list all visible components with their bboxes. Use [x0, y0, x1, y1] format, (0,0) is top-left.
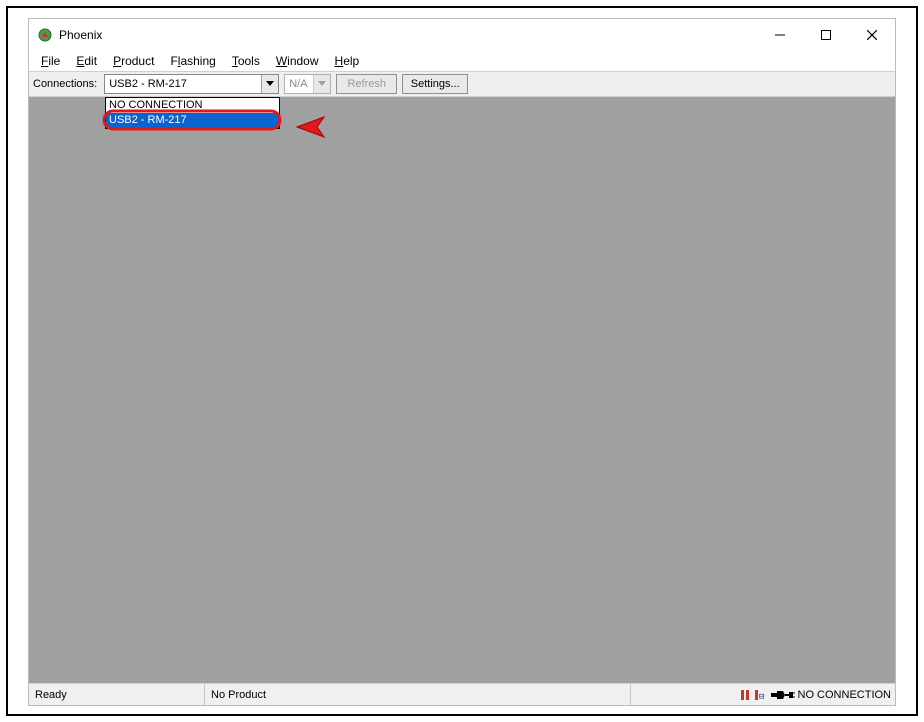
phoenix-icon [37, 27, 53, 43]
menu-flashing[interactable]: Flashing [162, 52, 223, 70]
menu-window[interactable]: Window [268, 52, 327, 70]
dropdown-option[interactable]: USB2 - RM-217 [106, 113, 279, 128]
status-icons: ⊟ NO CONNECTION [739, 689, 896, 701]
menu-tools[interactable]: Tools [224, 52, 268, 70]
status-pause-icon [739, 689, 751, 701]
connections-dropdown[interactable]: USB2 - RM-217 [104, 74, 279, 94]
secondary-value: N/A [289, 78, 307, 90]
menu-product[interactable]: Product [105, 52, 162, 70]
dropdown-option[interactable]: NO CONNECTION [106, 98, 279, 113]
minimize-button[interactable] [757, 19, 803, 51]
menu-file[interactable]: File [33, 52, 68, 70]
status-state: Ready [29, 684, 205, 705]
toolbar: Connections: USB2 - RM-217 N/A Refresh S… [29, 71, 895, 97]
chevron-down-icon [261, 75, 278, 93]
menubar: File Edit Product Flashing Tools Window … [29, 51, 895, 71]
svg-text:⊟: ⊟ [759, 692, 764, 701]
window-title: Phoenix [59, 28, 102, 42]
titlebar: Phoenix [29, 19, 895, 51]
settings-button[interactable]: Settings... [402, 74, 468, 94]
statusbar: Ready No Product ⊟ NO CONNECTION [29, 683, 895, 705]
annotation-arrow-icon [291, 114, 421, 140]
close-button[interactable] [849, 19, 895, 51]
status-signal-icon: ⊟ [754, 689, 768, 701]
status-connection-text: NO CONNECTION [798, 689, 892, 701]
window-controls [757, 19, 895, 51]
status-product: No Product [205, 684, 631, 705]
secondary-dropdown[interactable]: N/A [284, 74, 331, 94]
connections-selected-value: USB2 - RM-217 [109, 78, 187, 90]
app-window: Phoenix File Edit Product Flashing Tools… [28, 18, 896, 706]
maximize-button[interactable] [803, 19, 849, 51]
menu-edit[interactable]: Edit [68, 52, 105, 70]
connections-label: Connections: [33, 78, 97, 90]
refresh-button: Refresh [336, 74, 397, 94]
workspace: NO CONNECTION USB2 - RM-217 [29, 97, 895, 683]
connections-dropdown-popup: NO CONNECTION USB2 - RM-217 [105, 97, 280, 129]
menu-help[interactable]: Help [327, 52, 368, 70]
status-plug-icon [771, 689, 795, 701]
chevron-down-icon [313, 75, 330, 93]
